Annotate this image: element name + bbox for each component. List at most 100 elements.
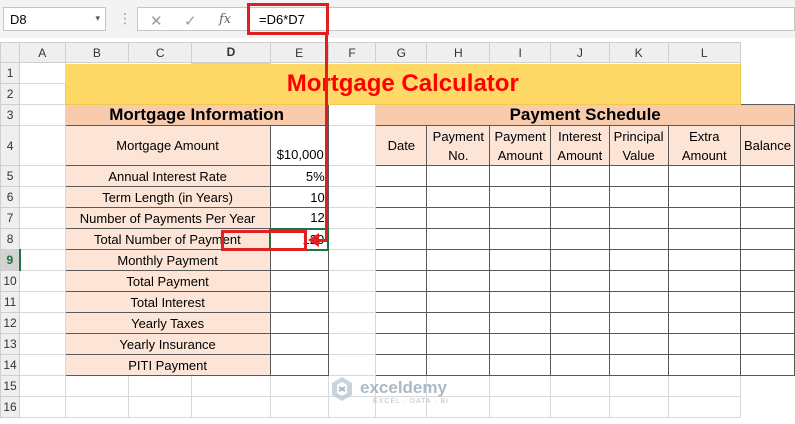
column-header-l[interactable]: L [667, 42, 742, 63]
cell[interactable] [327, 333, 377, 355]
cell[interactable] [19, 396, 66, 418]
cell[interactable] [64, 396, 130, 418]
insert-function-icon[interactable]: fx [219, 12, 231, 27]
row-header[interactable]: 4 [0, 125, 21, 166]
schedule-cell[interactable] [375, 312, 428, 334]
row-header[interactable]: 15 [0, 375, 21, 397]
schedule-cell[interactable] [667, 291, 742, 313]
cell[interactable] [608, 375, 669, 397]
cell[interactable] [667, 375, 742, 397]
schedule-cell[interactable] [549, 291, 610, 313]
schedule-cell[interactable] [426, 291, 491, 313]
info-label[interactable]: Total Payment [64, 270, 271, 292]
column-header-f[interactable]: F [327, 42, 377, 63]
cell[interactable] [327, 291, 377, 313]
cell[interactable] [19, 354, 66, 376]
row-header[interactable]: 14 [0, 354, 21, 376]
info-label[interactable]: Total Interest [64, 291, 271, 313]
cell[interactable] [549, 375, 610, 397]
cell[interactable] [191, 396, 271, 418]
schedule-cell[interactable] [608, 291, 669, 313]
schedule-cell[interactable] [375, 270, 428, 292]
schedule-cell[interactable] [489, 207, 551, 229]
schedule-cell[interactable] [489, 312, 551, 334]
column-header-g[interactable]: G [375, 42, 428, 63]
schedule-cell[interactable] [426, 333, 491, 355]
cell[interactable] [327, 312, 377, 334]
row-header[interactable]: 12 [0, 312, 21, 334]
cell[interactable] [19, 104, 66, 126]
schedule-header-payment-amount[interactable]: Payment Amount [489, 125, 551, 166]
info-label[interactable]: Annual Interest Rate [64, 165, 271, 187]
info-value[interactable] [269, 333, 329, 355]
schedule-cell[interactable] [426, 270, 491, 292]
cell[interactable] [19, 291, 66, 313]
schedule-cell[interactable] [549, 249, 610, 271]
schedule-cell[interactable] [549, 270, 610, 292]
info-label[interactable]: Monthly Payment [64, 249, 271, 271]
select-all-corner[interactable] [0, 42, 21, 63]
info-value[interactable] [269, 249, 329, 271]
row-header[interactable]: 5 [0, 165, 21, 187]
schedule-header-payment-no[interactable]: Payment No. [426, 125, 491, 166]
cell[interactable] [19, 83, 66, 105]
row-header[interactable]: 7 [0, 207, 21, 229]
info-label[interactable]: Yearly Insurance [64, 333, 271, 355]
info-value[interactable]: 5% [269, 165, 329, 187]
info-value[interactable] [269, 354, 329, 376]
column-header-a[interactable]: A [19, 42, 66, 63]
schedule-cell[interactable] [608, 270, 669, 292]
schedule-cell[interactable] [549, 186, 610, 208]
column-header-k[interactable]: K [608, 42, 669, 63]
schedule-cell[interactable] [489, 291, 551, 313]
schedule-header-interest-amount[interactable]: Interest Amount [549, 125, 610, 166]
info-value[interactable]: 10 [269, 186, 329, 208]
schedule-cell[interactable] [549, 228, 610, 250]
row-header[interactable]: 13 [0, 333, 21, 355]
schedule-cell[interactable] [740, 312, 795, 334]
column-header-b[interactable]: B [64, 42, 130, 63]
cell[interactable] [269, 375, 329, 397]
info-value[interactable]: 12 [269, 207, 329, 229]
cell[interactable] [19, 375, 66, 397]
row-header[interactable]: 8 [0, 228, 21, 250]
schedule-cell[interactable] [740, 354, 795, 376]
info-label[interactable]: Number of Payments Per Year [64, 207, 271, 229]
schedule-cell[interactable] [549, 312, 610, 334]
row-header[interactable]: 1 [0, 62, 21, 84]
schedule-cell[interactable] [740, 333, 795, 355]
cell[interactable] [64, 375, 130, 397]
row-header[interactable]: 10 [0, 270, 21, 292]
cell[interactable] [269, 396, 329, 418]
cell[interactable] [19, 228, 66, 250]
row-header[interactable]: 2 [0, 83, 21, 105]
info-value[interactable] [269, 270, 329, 292]
schedule-cell[interactable] [608, 333, 669, 355]
schedule-header-extra-amount[interactable]: Extra Amount [667, 125, 742, 166]
schedule-cell[interactable] [489, 165, 551, 187]
schedule-cell[interactable] [375, 186, 428, 208]
cell[interactable] [19, 312, 66, 334]
cell[interactable] [19, 249, 66, 271]
cell[interactable] [667, 396, 742, 418]
schedule-cell[interactable] [375, 291, 428, 313]
cell[interactable] [19, 186, 66, 208]
schedule-cell[interactable] [667, 354, 742, 376]
schedule-cell[interactable] [426, 186, 491, 208]
cell[interactable] [19, 125, 66, 166]
info-value[interactable] [269, 312, 329, 334]
schedule-cell[interactable] [608, 249, 669, 271]
cell[interactable] [489, 396, 551, 418]
cell[interactable] [19, 333, 66, 355]
name-box[interactable]: D8 ▾ [3, 7, 106, 31]
schedule-cell[interactable] [375, 165, 428, 187]
schedule-cell[interactable] [375, 228, 428, 250]
schedule-cell[interactable] [740, 186, 795, 208]
schedule-cell[interactable] [489, 354, 551, 376]
cell[interactable] [19, 165, 66, 187]
cell[interactable] [489, 375, 551, 397]
chevron-down-icon[interactable]: ▾ [95, 13, 100, 24]
schedule-cell[interactable] [608, 207, 669, 229]
cell[interactable] [327, 249, 377, 271]
mortgage-information-heading[interactable]: Mortgage Information [64, 104, 329, 126]
